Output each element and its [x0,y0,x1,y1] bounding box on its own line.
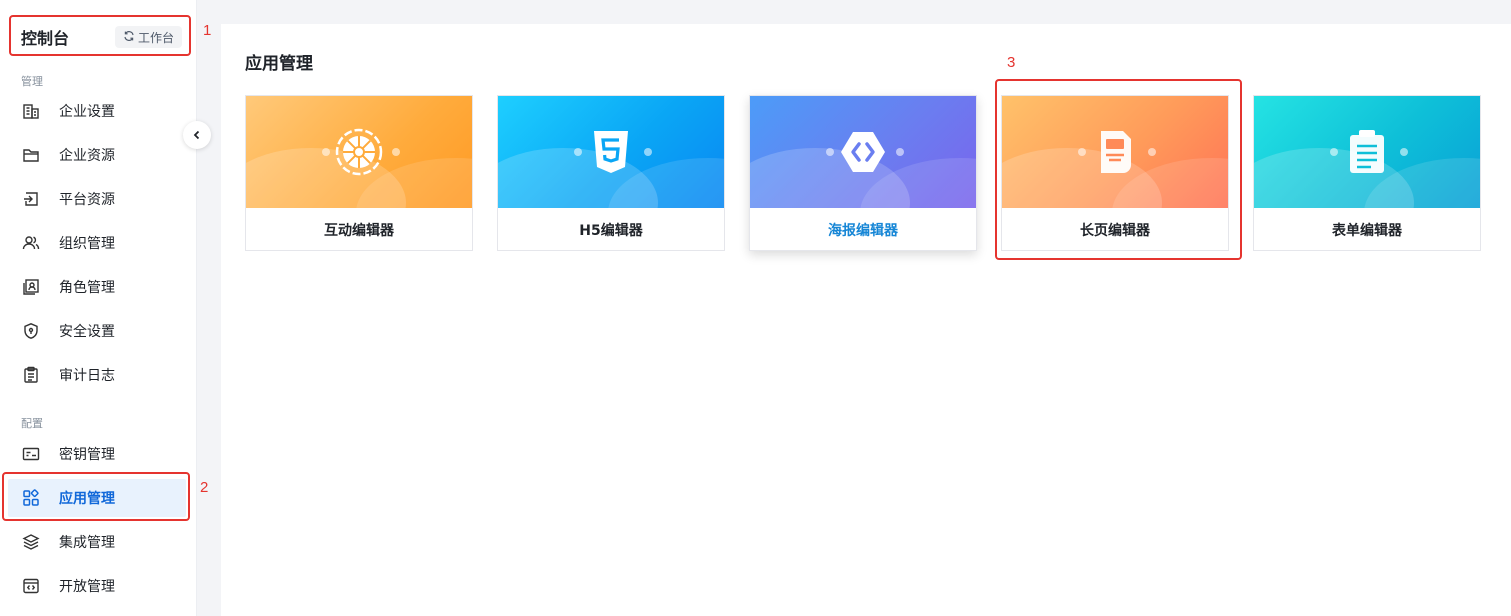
group-title-config: 配置 [21,417,43,430]
h5-editor-card[interactable]: H5编辑器 [497,95,725,251]
wheel-icon [333,126,385,178]
nav-role-management[interactable]: 角色管理 [8,268,186,306]
page-title: 应用管理 [245,54,313,74]
top-strip [198,0,1511,24]
sidebar: 控制台 工作台 管理 企业设置 企业资源 平台资源 组织管理 角色管理 安全设置… [0,0,197,616]
nav-enterprise-resources[interactable]: 企业资源 [8,136,186,174]
html5-icon [585,126,637,178]
form-icon [1341,126,1393,178]
import-icon [21,189,41,209]
users-icon [21,233,41,253]
poster-editor-card[interactable]: 海报编辑器 [749,95,977,251]
annotation-box-3 [995,79,1242,260]
nav-label: 平台资源 [59,192,115,208]
nav-key-management[interactable]: 密钥管理 [8,435,186,473]
nav-audit-log[interactable]: 审计日志 [8,356,186,394]
nav-label: 开放管理 [59,579,115,595]
annotation-number-1: 1 [203,22,212,39]
nav-label: 角色管理 [59,280,115,296]
form-editor-card[interactable]: 表单编辑器 [1253,95,1481,251]
group-title-manage: 管理 [21,75,43,88]
key-card-icon [21,444,41,464]
nav-label: 企业资源 [59,148,115,164]
code-window-icon [21,576,41,596]
layers-icon [21,532,41,552]
nav-label: 安全设置 [59,324,115,340]
card-label: 互动编辑器 [324,222,394,239]
annotation-box-2 [2,472,190,521]
card-label: H5编辑器 [579,222,643,239]
role-card-icon [21,277,41,297]
collapse-sidebar-button[interactable] [183,121,211,149]
annotation-box-1 [9,15,191,56]
folder-icon [21,145,41,165]
nav-security-settings[interactable]: 安全设置 [8,312,186,350]
nav-enterprise-settings[interactable]: 企业设置 [8,92,186,130]
clipboard-icon [21,365,41,385]
nav-label: 组织管理 [59,236,115,252]
nav-platform-resources[interactable]: 平台资源 [8,180,186,218]
annotation-number-2: 2 [200,479,209,496]
card-banner [498,96,724,208]
poster-icon [837,126,889,178]
shield-icon [21,321,41,341]
nav-label: 审计日志 [59,368,115,384]
main-content: 应用管理 互动编辑器 H5编辑器 海报编辑器 长页编辑器 表单编辑器 [221,24,1511,616]
card-label: 海报编辑器 [828,222,898,239]
annotation-number-3: 3 [1007,54,1016,71]
card-banner [750,96,976,208]
nav-label: 集成管理 [59,535,115,551]
card-banner [1254,96,1480,208]
chevron-left-icon [191,126,203,145]
nav-integration-management[interactable]: 集成管理 [8,523,186,561]
nav-label: 密钥管理 [59,447,115,463]
building-icon [21,101,41,121]
nav-label: 企业设置 [59,104,115,120]
nav-open-management[interactable]: 开放管理 [8,567,186,605]
interactive-editor-card[interactable]: 互动编辑器 [245,95,473,251]
nav-org-management[interactable]: 组织管理 [8,224,186,262]
card-banner [246,96,472,208]
card-label: 表单编辑器 [1332,222,1402,239]
